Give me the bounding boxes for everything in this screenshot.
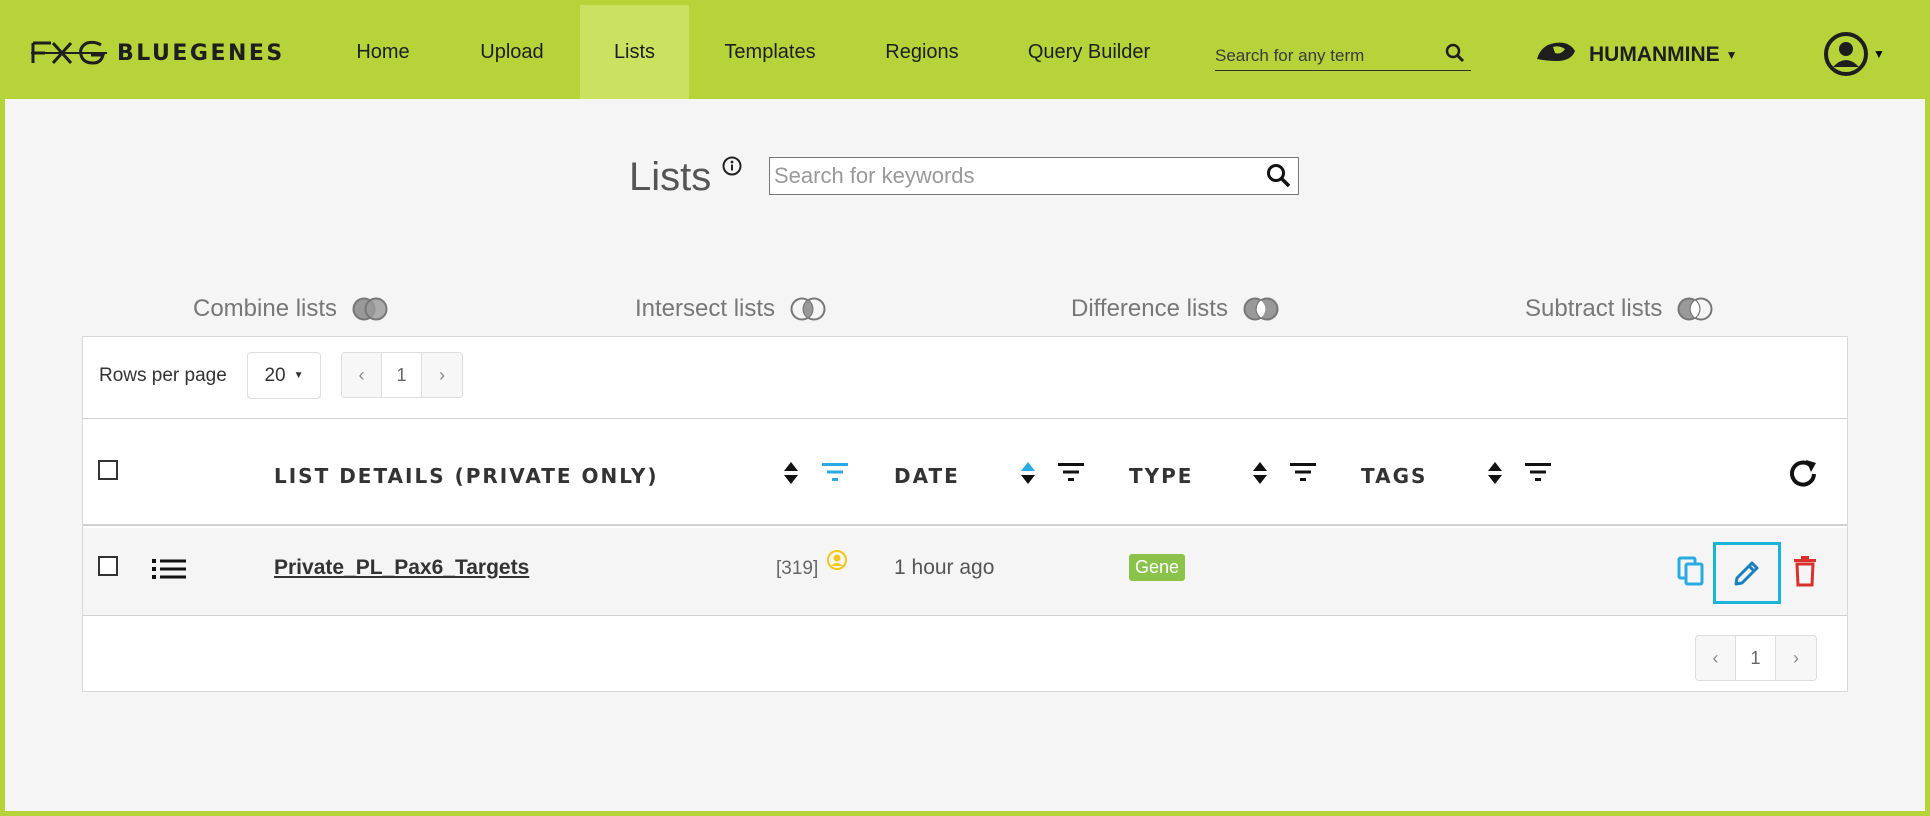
venn-icon xyxy=(790,297,826,321)
app-frame: BLUEGENES Home Upload Lists Templates Re… xyxy=(5,5,1925,811)
nav-upload[interactable]: Upload xyxy=(457,5,567,99)
trash-icon[interactable] xyxy=(1792,555,1818,592)
humanmine-logo-icon xyxy=(1535,37,1579,73)
keyword-search-input[interactable] xyxy=(770,163,1250,189)
list-icon xyxy=(152,557,186,586)
page-number-button[interactable]: 1 xyxy=(1736,636,1776,680)
user-avatar-icon xyxy=(1824,32,1868,76)
list-date: 1 hour ago xyxy=(894,556,995,579)
pagination: ‹ 1 › xyxy=(1695,635,1817,681)
filter-icon[interactable] xyxy=(1524,461,1552,488)
intersect-lists-label: Intersect lists xyxy=(635,295,776,322)
copy-icon[interactable] xyxy=(1677,556,1705,591)
rows-per-page-label: Rows per page xyxy=(99,365,227,386)
keyword-search xyxy=(769,157,1299,195)
global-search-input[interactable] xyxy=(1215,45,1435,66)
sort-icon[interactable] xyxy=(1251,460,1269,491)
pencil-icon xyxy=(1734,561,1759,586)
venn-icon xyxy=(352,297,388,321)
header-list-details: LIST DETAILS (PRIVATE ONLY) xyxy=(274,464,659,488)
sort-icon[interactable] xyxy=(1486,460,1504,491)
page-next-button[interactable]: › xyxy=(1776,636,1816,680)
subtract-lists-button[interactable]: Subtract lists xyxy=(1525,295,1714,323)
type-badge: Gene xyxy=(1129,554,1186,581)
page-next-button[interactable]: › xyxy=(422,353,462,397)
user-menu[interactable]: ▼ xyxy=(1823,31,1885,77)
intersect-lists-button[interactable]: Intersect lists xyxy=(635,295,827,323)
pagination-top: Rows per page 20 ▼ ‹ 1 › xyxy=(83,337,1847,414)
pagination: ‹ 1 › xyxy=(341,352,463,398)
filter-icon[interactable] xyxy=(1289,461,1317,488)
private-user-icon xyxy=(826,549,848,576)
search-icon[interactable] xyxy=(1445,43,1465,68)
page-number-button[interactable]: 1 xyxy=(382,353,422,397)
venn-icon xyxy=(1677,297,1713,321)
mine-name: HUMANMINE xyxy=(1589,43,1720,66)
mine-selector[interactable]: HUMANMINE ▼ xyxy=(1535,37,1738,73)
combine-lists-label: Combine lists xyxy=(193,295,338,322)
filter-icon[interactable] xyxy=(821,461,849,488)
page-prev-button[interactable]: ‹ xyxy=(1696,636,1736,680)
header-type: TYPE xyxy=(1129,464,1194,488)
rows-per-page-value: 20 xyxy=(264,364,286,386)
lists-table: Rows per page 20 ▼ ‹ 1 › LIST DETAILS (P… xyxy=(82,336,1848,692)
header-date: DATE xyxy=(894,464,960,488)
brand-name: BLUEGENES xyxy=(117,40,285,66)
global-search xyxy=(1215,41,1471,71)
table-row: Private_PL_Pax6_Targets [319] 1 hour ago… xyxy=(83,528,1847,616)
table-header: LIST DETAILS (PRIVATE ONLY) DATE TYPE TA… xyxy=(83,418,1847,526)
refresh-icon[interactable] xyxy=(1786,457,1820,496)
subtract-lists-label: Subtract lists xyxy=(1525,295,1663,322)
nav-lists[interactable]: Lists xyxy=(580,5,689,99)
navbar: BLUEGENES Home Upload Lists Templates Re… xyxy=(5,5,1925,99)
chevron-down-icon: ▼ xyxy=(1873,47,1885,61)
edit-list-button[interactable] xyxy=(1713,542,1781,604)
nav-query-builder[interactable]: Query Builder xyxy=(1011,5,1167,99)
list-name-link[interactable]: Private_PL_Pax6_Targets xyxy=(274,556,529,580)
nav-regions[interactable]: Regions xyxy=(867,5,977,99)
header-tags: TAGS xyxy=(1361,464,1428,488)
bluegenes-logo-icon xyxy=(31,40,107,65)
sort-icon[interactable] xyxy=(782,460,800,491)
sort-icon[interactable] xyxy=(1019,460,1037,491)
difference-lists-button[interactable]: Difference lists xyxy=(1071,295,1280,323)
brand-logo[interactable]: BLUEGENES xyxy=(31,39,285,67)
chevron-down-icon: ▼ xyxy=(1725,48,1738,62)
difference-lists-label: Difference lists xyxy=(1071,295,1228,322)
row-checkbox[interactable] xyxy=(98,556,118,576)
filter-icon[interactable] xyxy=(1057,461,1085,488)
page-title: Lists xyxy=(629,155,712,199)
select-all-checkbox[interactable] xyxy=(98,460,118,480)
nav-home[interactable]: Home xyxy=(323,5,443,99)
info-icon[interactable] xyxy=(721,155,743,182)
chevron-down-icon: ▼ xyxy=(293,370,304,381)
nav-templates[interactable]: Templates xyxy=(705,5,835,99)
list-count: [319] xyxy=(776,558,819,579)
venn-icon xyxy=(1243,297,1279,321)
search-icon[interactable] xyxy=(1266,163,1292,194)
page-prev-button[interactable]: ‹ xyxy=(342,353,382,397)
combine-lists-button[interactable]: Combine lists xyxy=(193,295,389,323)
rows-per-page-select[interactable]: 20 ▼ xyxy=(247,352,321,399)
